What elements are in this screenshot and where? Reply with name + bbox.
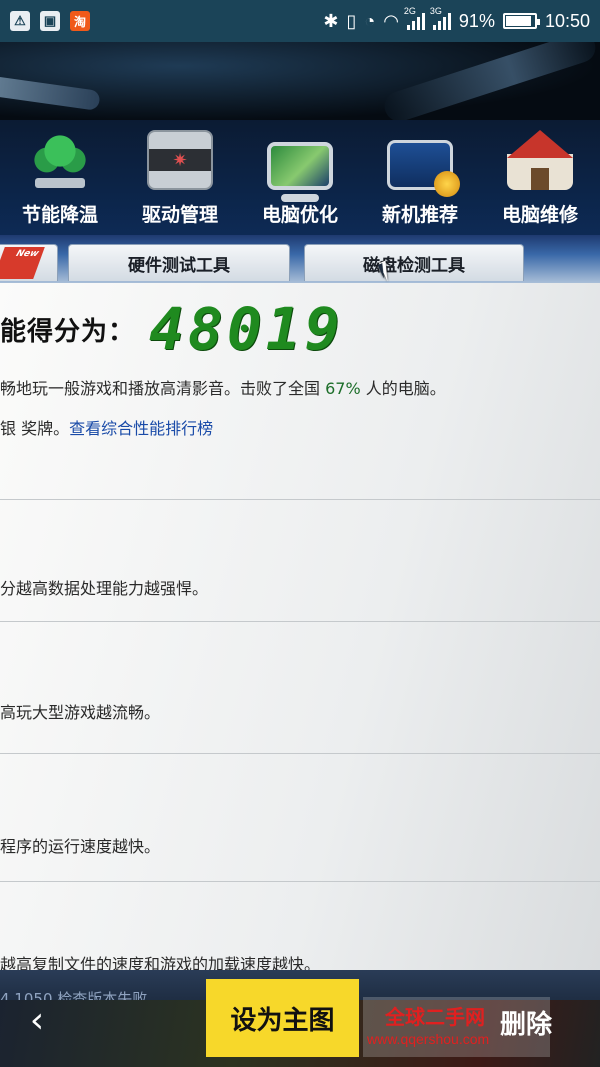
clock: 10:50	[544, 10, 590, 31]
glare-streak	[0, 73, 101, 111]
app-header-background	[0, 42, 600, 126]
nav-item-driver[interactable]: 驱动管理	[125, 130, 235, 227]
monitor-icon	[267, 142, 333, 202]
photo-monitor-screen: 节能降温 驱动管理 电脑优化 新机推荐 电脑维修 New 硬件测试工具 磁盘检测…	[0, 42, 600, 972]
beat-percent: 67%	[325, 379, 361, 398]
ranking-link[interactable]: 查看综合性能排行榜	[69, 419, 213, 438]
image-icon: ▣	[40, 11, 60, 31]
signal-3g-icon: 3G	[430, 6, 451, 30]
nav-item-repair[interactable]: 电脑维修	[485, 130, 595, 227]
battery-fill	[505, 16, 532, 26]
disk-description: 越高复制文件的速度和游戏的加载速度越快。	[0, 955, 321, 972]
watermark-title: 全球二手网	[385, 1005, 485, 1029]
summary-text: 人的电脑。	[360, 379, 446, 398]
score-value: 48019	[149, 295, 344, 363]
tab-hardware-test[interactable]: 硬件测试工具	[68, 244, 290, 281]
bluetooth-icon: ✱	[323, 10, 339, 31]
delete-button[interactable]: 删除	[500, 1004, 552, 1041]
cpu-description: 分越高数据处理能力越强悍。	[0, 579, 209, 598]
wifi-icon: ◠	[383, 10, 399, 31]
nav-item-optimize[interactable]: 电脑优化	[245, 142, 355, 227]
nav-item-label: 电脑优化	[261, 205, 338, 226]
medal-text: 银 奖牌。	[0, 419, 70, 438]
divider	[0, 621, 600, 622]
tree-icon	[27, 130, 93, 190]
battery-percent: 91%	[458, 10, 495, 31]
alarm-icon: ◔	[364, 10, 376, 31]
vibrate-icon: ▯	[346, 10, 357, 31]
result-panel: 能得分为： 48019 畅地玩一般游戏和播放高清影音。击败了全国 67% 人的电…	[0, 283, 600, 972]
summary-line: 畅地玩一般游戏和播放高清影音。击败了全国 67% 人的电脑。	[0, 375, 446, 399]
summary-text: 畅地玩一般游戏和播放高清影音。击败了全国	[0, 379, 326, 398]
tab-new[interactable]: New	[0, 244, 58, 281]
nav-item-label: 电脑维修	[501, 205, 578, 226]
score-row: 能得分为： 48019	[0, 295, 344, 363]
gpu-description: 高玩大型游戏越流畅。	[0, 703, 161, 722]
nav-item-label: 驱动管理	[141, 205, 218, 226]
status-bar: ⚠ ▣ 淘 ✱ ▯ ◔ ◠ 2G 3G 91% 10:50	[0, 0, 600, 42]
signal-2g-icon: 2G	[404, 6, 425, 30]
glare-streak	[380, 42, 600, 126]
battery-icon	[502, 13, 540, 29]
taobao-icon: 淘	[70, 11, 90, 31]
tab-disk-check[interactable]: 磁盘检测工具	[304, 244, 524, 281]
driver-icon	[147, 130, 213, 190]
house-icon	[507, 130, 573, 190]
set-main-image-button[interactable]: 设为主图	[206, 979, 359, 1057]
new-pc-icon	[387, 140, 460, 197]
divider	[0, 881, 600, 882]
back-chevron-icon[interactable]: ‹	[22, 1000, 52, 1041]
divider	[0, 499, 600, 500]
divider	[0, 753, 600, 754]
score-label: 能得分为：	[0, 316, 136, 347]
new-badge: New	[0, 247, 45, 279]
warning-icon: ⚠	[10, 11, 30, 31]
nav-item-label: 节能降温	[21, 205, 98, 226]
nav-item-energy[interactable]: 节能降温	[5, 130, 115, 227]
top-nav: 节能降温 驱动管理 电脑优化 新机推荐 电脑维修	[0, 120, 600, 235]
nav-item-new-pc[interactable]: 新机推荐	[365, 140, 475, 227]
memory-description: 程序的运行速度越快。	[0, 837, 161, 856]
watermark-url: www.qqershou.com	[367, 1031, 490, 1047]
nav-item-label: 新机推荐	[381, 205, 458, 226]
medal-line: 银 奖牌。查看综合性能排行榜	[0, 415, 213, 439]
tab-bar: New 硬件测试工具 磁盘检测工具	[0, 235, 600, 283]
